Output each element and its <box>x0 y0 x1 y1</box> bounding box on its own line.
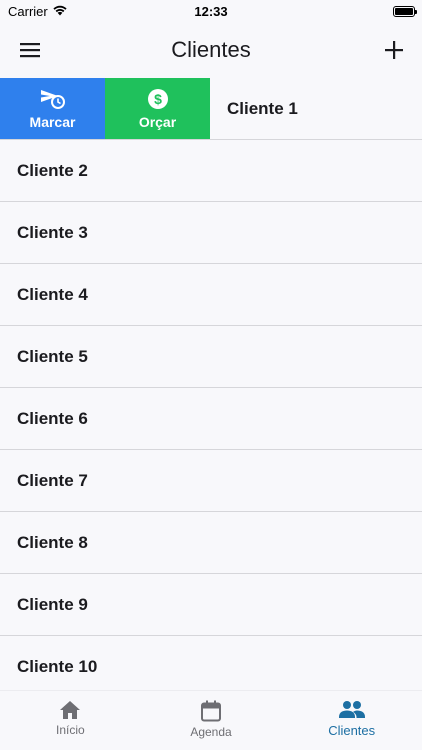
client-row[interactable]: Cliente 9 <box>0 574 422 636</box>
client-row[interactable]: Cliente 2 <box>0 140 422 202</box>
client-name: Cliente 7 <box>17 470 88 490</box>
client-name: Cliente 5 <box>17 346 88 366</box>
status-bar: Carrier 12:33 <box>0 0 422 22</box>
client-name: Cliente 9 <box>17 594 88 614</box>
wifi-icon <box>52 4 68 19</box>
marcar-button[interactable]: Marcar <box>0 78 105 139</box>
hamburger-icon <box>20 43 40 58</box>
add-client-button[interactable] <box>382 38 406 62</box>
tab-bar: Início Agenda Clientes <box>0 690 422 750</box>
client-list: Marcar $ Orçar Cliente 1 Cliente 2 Clien… <box>0 78 422 690</box>
carrier-label: Carrier <box>8 3 48 19</box>
status-left: Carrier <box>8 4 68 19</box>
client-row[interactable]: Cliente 6 <box>0 388 422 450</box>
app-header: Clientes <box>0 22 422 78</box>
schedule-send-icon <box>40 89 65 109</box>
tab-label: Agenda <box>190 725 232 739</box>
client-row[interactable]: Cliente 7 <box>0 450 422 512</box>
tab-label: Início <box>55 723 85 737</box>
marcar-label: Marcar <box>29 113 76 130</box>
client-name: Cliente 2 <box>17 160 88 180</box>
client-name: Cliente 6 <box>17 408 88 428</box>
calendar-icon <box>201 700 221 722</box>
client-row[interactable]: Cliente 4 <box>0 264 422 326</box>
tab-agenda[interactable]: Agenda <box>141 691 282 750</box>
client-row[interactable]: Cliente 8 <box>0 512 422 574</box>
orcar-button[interactable]: $ Orçar <box>105 78 210 139</box>
menu-button[interactable] <box>18 38 42 62</box>
dollar-icon: $ <box>147 88 168 109</box>
battery-icon <box>393 5 417 17</box>
client-name: Cliente 4 <box>17 284 88 304</box>
client-name: Cliente 10 <box>17 656 98 676</box>
plus-icon <box>385 41 403 59</box>
svg-text:$: $ <box>154 91 162 107</box>
page-title: Clientes <box>171 37 251 62</box>
tab-clientes[interactable]: Clientes <box>281 691 422 750</box>
client-row[interactable]: Cliente 10 <box>0 636 422 690</box>
home-icon <box>60 701 81 719</box>
client-name: Cliente 3 <box>17 222 88 242</box>
tab-label: Clientes <box>328 723 376 738</box>
people-icon <box>338 701 365 718</box>
client-name: Cliente 8 <box>17 532 88 552</box>
client-row[interactable]: Cliente 3 <box>0 202 422 264</box>
orcar-label: Orçar <box>138 113 177 130</box>
client-name: Cliente 1 <box>227 98 298 118</box>
client-row[interactable]: Marcar $ Orçar Cliente 1 <box>0 78 422 140</box>
client-row[interactable]: Cliente 5 <box>0 326 422 388</box>
tab-inicio[interactable]: Início <box>0 691 141 750</box>
